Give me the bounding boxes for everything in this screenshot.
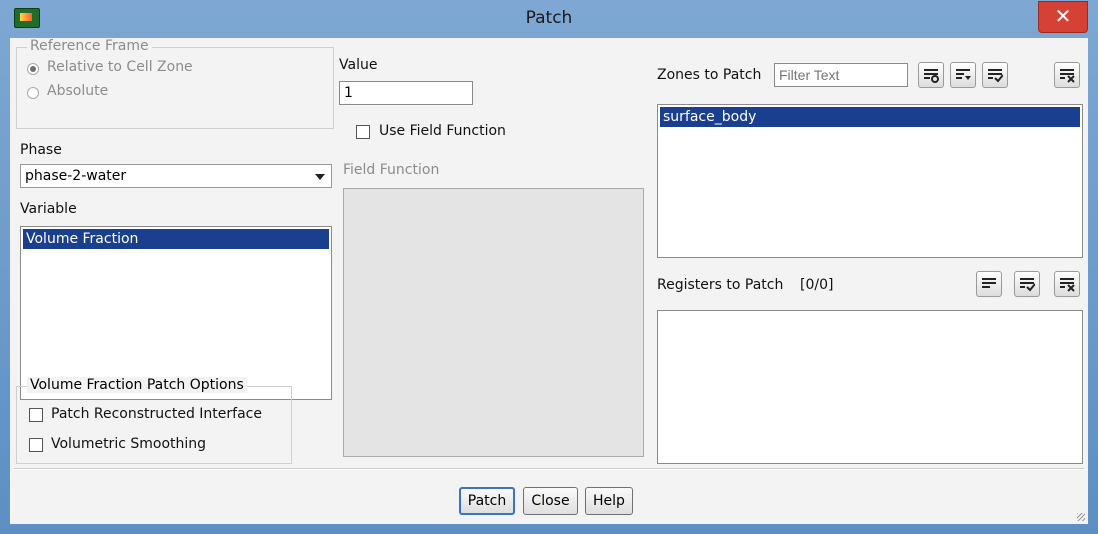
dialog-body: Reference Frame Relative to Cell Zone Ab…: [10, 38, 1088, 524]
zones-filter-input[interactable]: [774, 63, 908, 87]
volume-fraction-options-legend: Volume Fraction Patch Options: [27, 377, 247, 393]
title-bar: Patch ✕: [0, 0, 1098, 38]
deselect-all-icon[interactable]: [1014, 271, 1040, 297]
patch-reconstructed-interface-label: Patch Reconstructed Interface: [51, 406, 262, 422]
phase-label: Phase: [20, 142, 62, 158]
field-function-label: Field Function: [343, 162, 440, 178]
variable-list[interactable]: Volume Fraction: [20, 226, 332, 400]
select-all-icon[interactable]: [950, 62, 976, 88]
patch-button[interactable]: Patch: [459, 487, 515, 515]
registers-to-patch-label: Registers to Patch: [657, 277, 784, 293]
help-button[interactable]: Help: [585, 487, 633, 515]
chevron-down-icon: [315, 174, 325, 180]
button-separator: [14, 468, 1084, 470]
patch-dialog: Patch ✕ Reference Frame Relative to Cell…: [0, 0, 1098, 534]
deselect-all-icon[interactable]: [982, 62, 1008, 88]
relative-to-cell-zone-label: Relative to Cell Zone: [47, 59, 193, 75]
volumetric-smoothing-checkbox[interactable]: [29, 438, 43, 452]
registers-list[interactable]: [657, 310, 1083, 464]
field-function-list: [343, 188, 644, 457]
use-field-function-label: Use Field Function: [379, 123, 506, 139]
clear-icon[interactable]: [1054, 271, 1080, 297]
variable-label: Variable: [20, 201, 77, 217]
phase-dropdown[interactable]: phase-2-water: [20, 164, 332, 188]
registers-count: [0/0]: [800, 277, 834, 293]
window-title: Patch: [525, 8, 573, 28]
close-window-button[interactable]: ✕: [1038, 1, 1088, 33]
volumetric-smoothing-label: Volumetric Smoothing: [51, 436, 207, 452]
close-button[interactable]: Close: [523, 487, 578, 515]
relative-to-cell-zone-radio[interactable]: [27, 63, 39, 75]
zones-list[interactable]: surface_body: [657, 104, 1083, 258]
reference-frame-legend: Reference Frame: [27, 38, 152, 54]
patch-reconstructed-interface-checkbox[interactable]: [29, 408, 43, 422]
list-item[interactable]: Volume Fraction: [23, 229, 329, 249]
phase-selected-value: phase-2-water: [25, 168, 127, 184]
value-label: Value: [339, 57, 378, 73]
reference-frame-group: Reference Frame Relative to Cell Zone Ab…: [16, 38, 334, 129]
resize-grip-icon[interactable]: [1077, 513, 1085, 521]
zones-to-patch-label: Zones to Patch: [657, 67, 762, 83]
select-all-icon[interactable]: [976, 271, 1002, 297]
absolute-radio[interactable]: [27, 87, 39, 99]
use-field-function-checkbox[interactable]: [356, 125, 370, 139]
absolute-label: Absolute: [47, 83, 109, 99]
list-item[interactable]: surface_body: [660, 107, 1080, 127]
clear-icon[interactable]: [1054, 62, 1080, 88]
volume-fraction-options-group: Volume Fraction Patch Options Patch Reco…: [16, 377, 292, 464]
value-input[interactable]: 1: [339, 81, 473, 105]
match-icon[interactable]: [918, 62, 944, 88]
